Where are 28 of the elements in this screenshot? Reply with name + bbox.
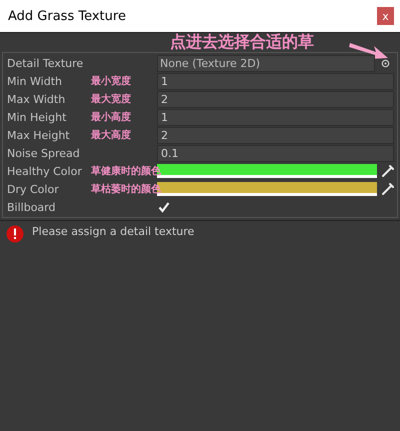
- annotation-text: 最大高度: [91, 128, 131, 142]
- input-field[interactable]: 0.1: [157, 144, 394, 162]
- field-label: Max Width: [7, 92, 66, 106]
- field-label: Healthy Color: [7, 164, 82, 178]
- eyedropper-icon[interactable]: [381, 164, 395, 178]
- field-label: Noise Spread: [7, 146, 80, 160]
- annotation-text: 最小高度: [91, 110, 131, 124]
- message-text: Please assign a detail texture: [32, 225, 194, 238]
- field-label: Billboard: [7, 200, 56, 214]
- input-field[interactable]: 2: [157, 126, 394, 144]
- field-label: Dry Color: [7, 182, 59, 196]
- annotation-text: 最大宽度: [91, 92, 131, 106]
- field-label: Detail Texture: [7, 56, 84, 70]
- object-field[interactable]: None (Texture 2D): [157, 54, 375, 72]
- input-field[interactable]: 2: [157, 90, 394, 108]
- object-picker-icon[interactable]: [381, 58, 390, 68]
- field-label: Min Height: [7, 110, 66, 124]
- eyedropper-icon[interactable]: [381, 182, 395, 196]
- annotation-text: 点进去选择合适的草: [170, 32, 314, 53]
- error-icon: [6, 225, 24, 243]
- field-label: Min Width: [7, 74, 62, 88]
- input-field[interactable]: 1: [157, 108, 394, 126]
- window-title: Add Grass Texture: [8, 8, 126, 24]
- checkbox[interactable]: [157, 200, 171, 214]
- annotation-text: 最小宽度: [91, 74, 131, 88]
- close-button[interactable]: x: [377, 7, 394, 25]
- field-label: Max Height: [7, 128, 70, 142]
- input-field[interactable]: 1: [157, 72, 394, 90]
